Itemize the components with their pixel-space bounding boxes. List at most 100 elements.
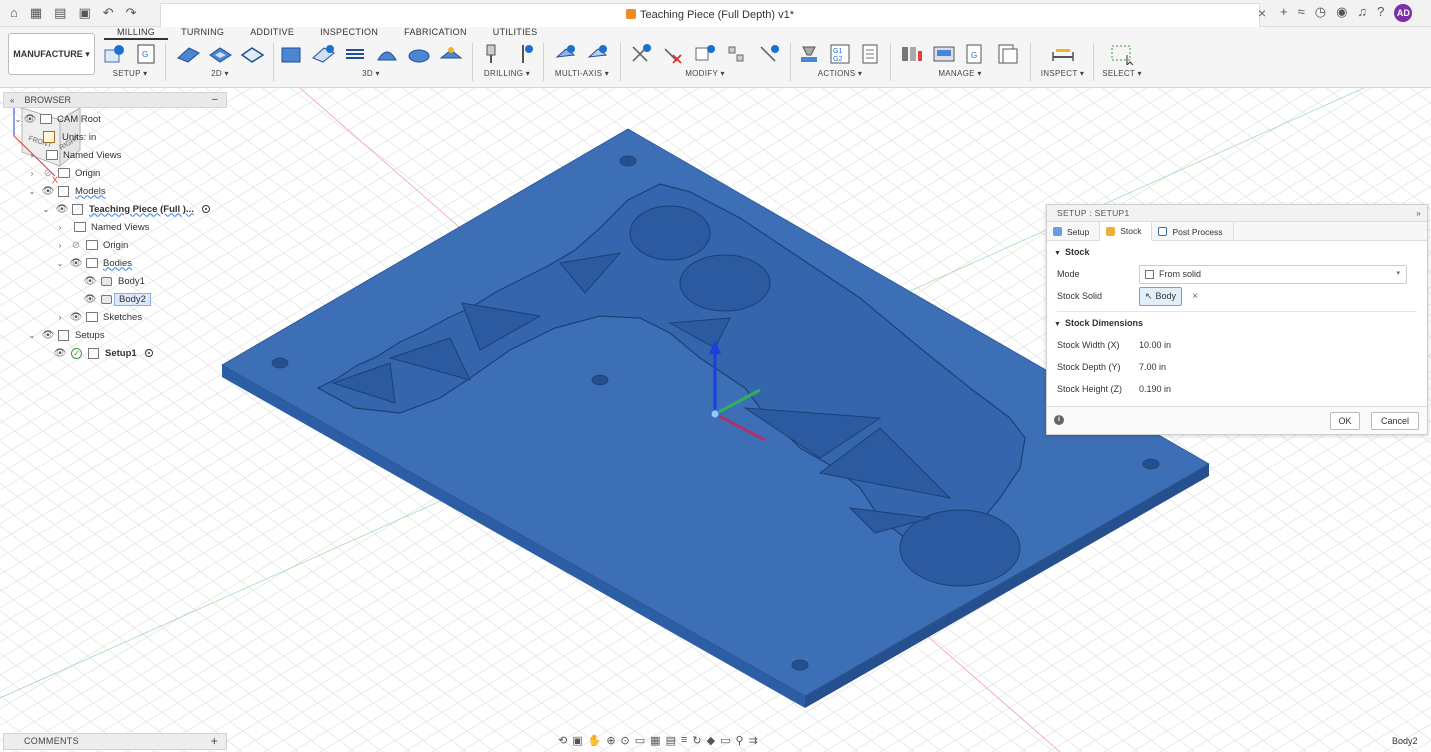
pattern-icon[interactable] [723,42,751,66]
stock-solid-selection[interactable]: ↖ Body [1139,286,1183,306]
tree-item-units[interactable]: Units: in [3,128,227,146]
tab-turning[interactable]: TURNING [168,27,237,40]
undo-icon[interactable]: ↶ [103,5,114,21]
eye-hidden-icon[interactable]: ⊘ [69,240,83,251]
3d-adaptive-icon[interactable] [277,42,305,66]
globe-icon[interactable]: ◉ [1336,4,1347,22]
manual-nc-icon[interactable] [755,42,783,66]
activate-radio[interactable] [201,205,210,213]
measure-icon[interactable] [1049,42,1077,66]
template-library-icon[interactable] [994,42,1022,66]
workspace-switcher-button[interactable]: MANUFACTURE ▾ [8,33,95,75]
chevron-right-icon[interactable]: › [27,151,37,160]
tree-item-setup1[interactable]: 👁 ✓ Setup1 [3,344,227,362]
avatar[interactable]: AD [1394,4,1413,22]
dialog-title-bar[interactable]: SETUP : SETUP1 » [1047,205,1427,222]
post-process-icon[interactable]: G [132,42,160,66]
eye-icon[interactable]: 👁 [41,186,55,197]
chevron-right-icon[interactable]: › [55,241,65,250]
tab-utilities[interactable]: UTILITIES [480,27,551,40]
tab-setup[interactable]: Setup [1047,222,1101,241]
trim-icon[interactable] [627,42,655,66]
eye-icon[interactable]: 👁 [69,312,83,323]
group-modify-label[interactable]: MODIFY ▾ [625,69,785,78]
info-icon[interactable]: i [1054,415,1064,425]
chevron-down-icon[interactable]: ⌄ [55,259,65,268]
post-g-code-icon[interactable]: G1 G2 [826,42,853,66]
group-actions-label[interactable]: ACTIONS ▾ [795,69,885,78]
bell-icon[interactable]: ♫ [1357,4,1367,22]
group-inspect-label[interactable]: INSPECT ▾ [1035,69,1090,78]
ok-button[interactable]: OK [1330,412,1360,430]
expand-icon[interactable]: » [1416,205,1421,222]
save-icon[interactable]: ▣ [78,5,90,21]
eye-icon[interactable]: 👁 [55,204,69,215]
clock-icon[interactable]: ◷ [1315,4,1326,22]
group-multi-axis-label[interactable]: MULTI-AXIS ▾ [547,69,617,78]
effects-icon[interactable]: ◆ [707,734,715,747]
activate-radio[interactable] [144,349,153,357]
browser-header[interactable]: « BROWSER − [3,92,227,108]
plus-icon[interactable]: + [1280,4,1288,22]
3d-parallel-icon[interactable] [341,42,369,66]
group-drilling-label[interactable]: DRILLING ▾ [476,69,538,78]
close-document-icon[interactable]: × [1258,5,1266,21]
toolpath-display-icon[interactable]: ⇉ [749,734,758,747]
eye-icon[interactable]: 👁 [83,276,97,287]
select-icon[interactable] [1108,42,1136,66]
thread-icon[interactable] [509,42,537,66]
swarf-icon[interactable] [552,42,580,66]
eye-icon[interactable]: 👁 [41,330,55,341]
refresh-icon[interactable]: ↻ [692,734,701,747]
new-setup-icon[interactable] [100,42,128,66]
filter-icon[interactable]: ⚲ [736,734,744,747]
tab-additive[interactable]: ADDITIVE [237,27,307,40]
eye-icon[interactable]: 👁 [53,348,67,359]
post-library-icon[interactable]: G [962,42,990,66]
tab-post-process[interactable]: Post Process [1152,222,1234,241]
grid-settings-icon[interactable]: ▦ [650,734,660,747]
group-3d-label[interactable]: 3D ▾ [276,69,466,78]
visual-style-icon[interactable]: ≡ [681,734,687,746]
simulate-icon[interactable] [795,42,822,66]
chevron-right-icon[interactable]: › [55,223,65,232]
eye-icon[interactable]: 👁 [69,258,83,269]
tree-item-named-views-2[interactable]: › Named Views [3,218,227,236]
chevron-down-icon[interactable]: ⌄ [27,187,37,196]
extensions-icon[interactable]: ≈ [1298,4,1305,22]
cancel-button[interactable]: Cancel [1371,412,1419,430]
zoom-window-icon[interactable]: ⊙ [621,734,630,747]
eye-icon[interactable]: 👁 [23,114,37,125]
camera-icon[interactable]: ▭ [720,734,730,747]
tree-item-sketches[interactable]: › 👁 Sketches [3,308,227,326]
tree-item-models[interactable]: ⌄ 👁 Models [3,182,227,200]
2d-contour-icon[interactable] [238,42,266,66]
minimize-panel-icon[interactable]: − [212,94,218,106]
clear-selection-icon[interactable]: × [1192,291,1198,302]
duplicate-icon[interactable] [691,42,719,66]
3d-contour-icon[interactable] [405,42,433,66]
3d-pocket-icon[interactable] [309,42,337,66]
tool-library-icon[interactable] [898,42,926,66]
comments-panel[interactable]: COMMENTS + [3,733,227,750]
chevron-down-icon[interactable]: ⌄ [41,205,51,214]
look-at-icon[interactable]: ▣ [572,734,582,747]
eye-hidden-icon[interactable]: ⊘ [41,168,55,179]
tree-item-bodies[interactable]: ⌄ 👁 Bodies [3,254,227,272]
tab-fabrication[interactable]: FABRICATION [391,27,480,40]
viewports-icon[interactable]: ▤ [666,734,676,747]
orbit-icon[interactable]: ⟲ [558,734,567,747]
tree-item-body1[interactable]: 👁 Body1 [3,272,227,290]
chevron-right-icon[interactable]: › [27,169,37,178]
tree-item-body2[interactable]: 👁 Body2 [3,290,227,308]
multi-axis-contour-icon[interactable] [584,42,612,66]
2d-adaptive-icon[interactable] [174,42,202,66]
tree-item-teaching-piece[interactable]: ⌄ 👁 Teaching Piece (Full )... [3,200,227,218]
group-setup-label[interactable]: SETUP ▾ [100,69,160,78]
tab-inspection[interactable]: INSPECTION [307,27,391,40]
chevron-down-icon[interactable]: ⌄ [27,331,37,340]
machine-library-icon[interactable] [930,42,958,66]
stock-dimensions-header[interactable]: ▼ Stock Dimensions [1047,312,1427,334]
document-tab[interactable]: Teaching Piece (Full Depth) v1* [160,3,1260,27]
tree-item-setups[interactable]: ⌄ 👁 Setups [3,326,227,344]
